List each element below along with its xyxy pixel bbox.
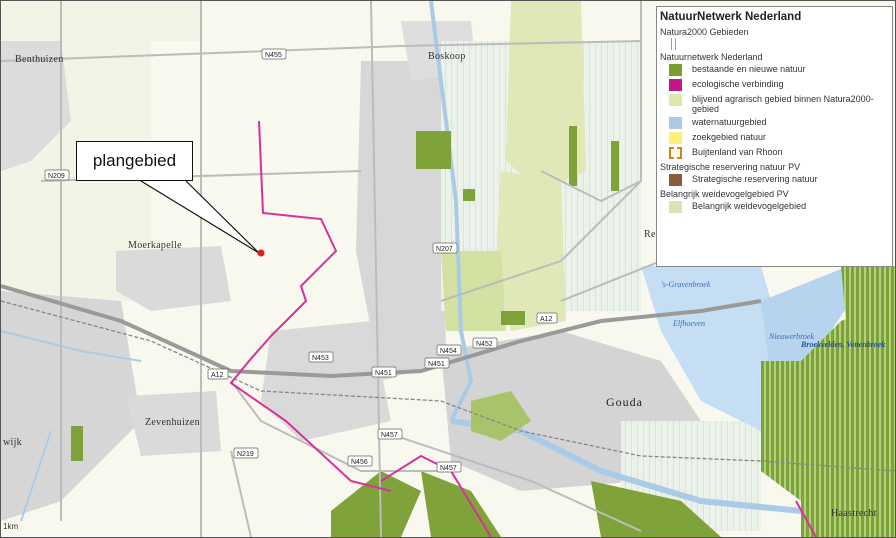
swatch-icon [669, 117, 682, 129]
place-haastrecht: Haastrecht [831, 508, 877, 519]
swatch-icon [669, 94, 682, 106]
water-label-broekvelden: Broekvelden, Vettenbroek [800, 340, 885, 349]
svg-text:N453: N453 [312, 355, 329, 362]
road-shield-a12-west: A12 [207, 368, 229, 380]
svg-text:N457: N457 [440, 465, 457, 472]
plangebied-callout: plangebied [76, 141, 193, 181]
svg-text:A12: A12 [211, 372, 224, 379]
road-shield-n207: N207 [432, 242, 458, 254]
road-shield-a12-east: A12 [536, 312, 558, 324]
place-benthuizen: Benthuizen [15, 54, 64, 65]
swatch-icon [669, 64, 682, 76]
legend-item-weidevogel: Belangrijk weidevogelgebied [669, 201, 889, 213]
legend-group-strategische: Strategische reservering natuur PV [660, 162, 801, 172]
svg-text:N457: N457 [381, 432, 398, 439]
svg-text:N454: N454 [440, 348, 457, 355]
svg-text:N219: N219 [237, 451, 254, 458]
place-moerkapelle: Moerkapelle [128, 240, 182, 251]
svg-text:N456: N456 [351, 459, 368, 466]
legend-item-agrarisch-natura2000: blijvend agrarisch gebied binnen Natura2… [669, 94, 889, 114]
svg-text:N451: N451 [428, 361, 445, 368]
callout-label: plangebied [92, 151, 177, 170]
svg-text:N209: N209 [48, 173, 65, 180]
road-shield-n452: N452 [472, 337, 498, 349]
scale-bar-label: 1km [3, 522, 19, 531]
nature-polder-1 [501, 311, 525, 325]
natura2000-hatch-icon [671, 38, 684, 50]
water-label-elfhoeven: Elfhoeven [672, 319, 705, 328]
swatch-icon [669, 79, 682, 91]
legend-group-nnn: Natuurnetwerk Nederland [660, 52, 763, 62]
road-shield-n457-b: N457 [436, 461, 462, 473]
place-zevenhuizen: Zevenhuizen [145, 417, 200, 428]
road-shield-n219: N219 [233, 447, 259, 459]
legend-item-waternatuurgebied: waternatuurgebied [669, 117, 889, 129]
dashed-outline-icon [669, 147, 682, 159]
place-boskoop: Boskoop [428, 51, 466, 62]
legend-group-natura2000: Natura2000 Gebieden [660, 27, 749, 37]
svg-text:N452: N452 [476, 341, 493, 348]
svg-text:N207: N207 [436, 246, 453, 253]
swatch-icon [669, 132, 682, 144]
road-shield-n455: N455 [261, 48, 287, 60]
legend-item-zoekgebied: zoekgebied natuur [669, 132, 889, 144]
road-shield-n453: N453 [308, 351, 334, 363]
nature-polder-2 [71, 426, 83, 461]
place-wijk: wijk [3, 437, 22, 448]
legend-title: NatuurNetwerk Nederland [660, 11, 802, 23]
road-shield-n454: N454 [436, 344, 462, 356]
nature-strip-2 [611, 141, 619, 191]
legend-item-buijtenland: Buijtenland van Rhoon [669, 147, 889, 159]
nature-strip-1 [569, 126, 577, 186]
swatch-icon [669, 201, 682, 213]
road-shield-n457-a: N457 [377, 428, 403, 440]
nature-boskoop-2 [463, 189, 475, 201]
legend-group-weidevogel: Belangrijk weidevogelgebied PV [660, 189, 789, 199]
nature-boskoop-1 [416, 131, 451, 169]
swatch-icon [669, 174, 682, 186]
road-shield-n209: N209 [44, 169, 70, 181]
water-label-s-gravenbroek: 's-Gravenbroek [661, 280, 711, 289]
svg-text:N451: N451 [375, 370, 392, 377]
legend-item-strategische: Strategische reservering natuur [669, 174, 889, 186]
svg-text:A12: A12 [540, 316, 553, 323]
road-shield-n451-a: N451 [371, 366, 397, 378]
map-legend: NatuurNetwerk Nederland Natura2000 Gebie… [656, 6, 893, 267]
svg-text:N455: N455 [265, 52, 282, 59]
road-shield-n451-b: N451 [424, 357, 450, 369]
plangebied-marker[interactable] [257, 249, 265, 257]
legend-item-ecologische-verbinding: ecologische verbinding [669, 79, 889, 91]
legend-item-bestaande-natuur: bestaande en nieuwe natuur [669, 64, 889, 76]
road-shield-n456: N456 [347, 455, 373, 467]
place-gouda: Gouda [606, 395, 643, 409]
map-frame: Benthuizen Boskoop Moerkapelle Zevenhuiz… [0, 0, 896, 538]
agri-natura2000-2 [496, 171, 566, 331]
